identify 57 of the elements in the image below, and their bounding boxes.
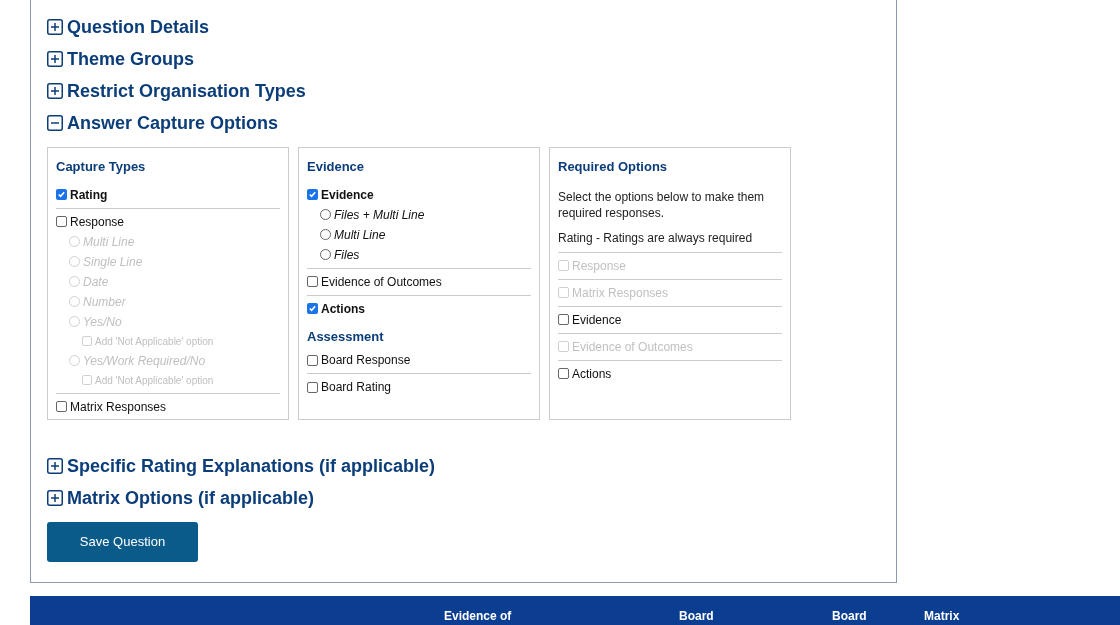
checkbox-label: Evidence — [572, 311, 622, 329]
radio-label: Multi Line — [83, 233, 135, 251]
checkbox[interactable] — [558, 314, 569, 325]
section-header[interactable]: Specific Rating Explanations (if applicable) — [47, 450, 896, 482]
expand-icon[interactable] — [47, 19, 63, 35]
panel-subheading: Assessment — [307, 327, 385, 346]
section-header[interactable]: Answer Capture Options — [47, 107, 896, 139]
panel-title: Capture Types — [56, 158, 147, 176]
checkbox[interactable] — [56, 189, 67, 200]
checkbox[interactable] — [56, 401, 67, 412]
checkbox-label: Rating — [70, 186, 108, 204]
checkbox[interactable] — [307, 276, 318, 287]
info-text: Select the options below to make them required responses. — [558, 188, 766, 222]
radio-label: Multi Line — [334, 226, 386, 244]
radio-label: Number — [83, 293, 126, 311]
radio-label: Yes/No — [83, 313, 122, 331]
info-text: Rating - Ratings are always required — [558, 229, 754, 247]
section-header[interactable]: Matrix Options (if applicable) — [47, 482, 896, 514]
checkbox-label: Matrix Responses — [70, 398, 167, 416]
checkbox[interactable] — [307, 189, 318, 200]
checkbox-label: Response — [70, 213, 125, 231]
radio-label: Yes/Work Required/No — [83, 352, 206, 370]
checkbox-label: Response — [572, 257, 627, 275]
checkbox-label: Actions — [321, 300, 365, 318]
section-header[interactable]: Question Details — [47, 11, 896, 43]
checkbox-label: Evidence of Outcomes — [321, 273, 442, 291]
checkbox[interactable] — [307, 303, 318, 314]
panel-title: Required Options — [558, 158, 669, 176]
collapse-icon[interactable] — [47, 115, 63, 131]
checkbox-label: Add 'Not Applicable' option — [95, 373, 214, 388]
checkbox-label: Evidence — [321, 186, 374, 204]
checkbox-label: Add 'Not Applicable' option — [95, 334, 214, 349]
radio-label: Files + Multi Line — [334, 206, 425, 224]
section-header[interactable]: Theme Groups — [47, 43, 896, 75]
checkbox[interactable] — [307, 381, 318, 393]
checkbox-label: Board Rating — [321, 379, 392, 396]
expand-icon[interactable] — [47, 51, 63, 67]
checkbox-label: Matrix Responses — [572, 284, 669, 302]
checkbox[interactable] — [558, 368, 569, 379]
column-header[interactable]: Board — [679, 609, 714, 623]
column-header[interactable]: Board — [832, 609, 867, 623]
panel-title: Evidence — [307, 158, 366, 176]
column-header[interactable]: Evidence of — [444, 609, 512, 623]
checkbox-label: Board Response — [321, 352, 411, 369]
checkbox[interactable] — [56, 216, 67, 227]
column-header[interactable]: Matrix — [924, 609, 960, 623]
section-header[interactable]: Restrict Organisation Types — [47, 75, 896, 107]
expand-icon[interactable] — [47, 490, 63, 506]
checkbox[interactable] — [307, 354, 318, 366]
expand-icon[interactable] — [47, 458, 63, 474]
radio-label: Files — [334, 246, 360, 264]
save-button[interactable]: Save Question — [47, 522, 198, 562]
checkbox-label: Evidence of Outcomes — [572, 338, 693, 356]
radio-label: Date — [83, 273, 109, 291]
checkbox-label: Actions — [572, 365, 612, 383]
radio-label: Single Line — [83, 253, 143, 271]
expand-icon[interactable] — [47, 83, 63, 99]
